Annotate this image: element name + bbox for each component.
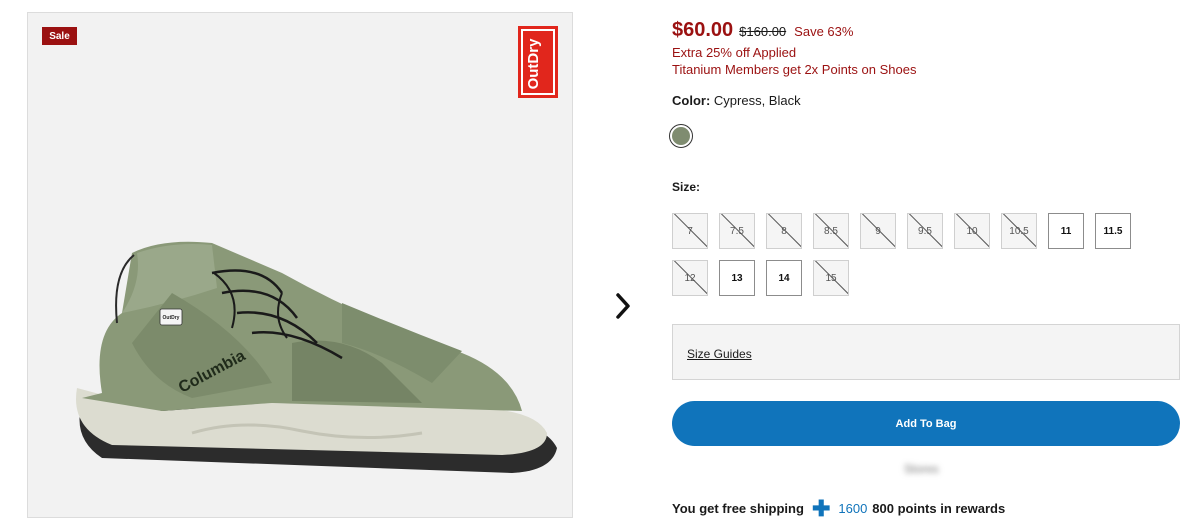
color-swatch-cypress[interactable] bbox=[669, 124, 693, 148]
sale-badge: Sale bbox=[42, 27, 77, 45]
size-option-9[interactable]: 9 bbox=[860, 213, 896, 249]
points-rewards-text: 800 points in rewards bbox=[872, 501, 1006, 516]
size-option-11-5[interactable]: 11.5 bbox=[1095, 213, 1131, 249]
size-option-7[interactable]: 7 bbox=[672, 213, 708, 249]
blurred-store-link[interactable]: Stores bbox=[904, 462, 944, 476]
size-option-12[interactable]: 12 bbox=[672, 260, 708, 296]
size-label: Size: bbox=[672, 180, 701, 194]
size-option-11[interactable]: 11 bbox=[1048, 213, 1084, 249]
size-option-10[interactable]: 10 bbox=[954, 213, 990, 249]
swatch-fill bbox=[672, 127, 690, 145]
plus-icon: ✚ bbox=[811, 496, 831, 518]
size-option-15[interactable]: 15 bbox=[813, 260, 849, 296]
size-option-14[interactable]: 14 bbox=[766, 260, 802, 296]
size-option-8-5[interactable]: 8.5 bbox=[813, 213, 849, 249]
shoe-tag-text: OutDry bbox=[163, 315, 180, 321]
size-option-9-5[interactable]: 9.5 bbox=[907, 213, 943, 249]
add-to-bag-button[interactable]: Add To Bag bbox=[672, 401, 1180, 446]
outdry-badge-icon: OutDry bbox=[518, 26, 558, 98]
points-original: 1600 bbox=[838, 501, 868, 516]
current-price: $60.00 bbox=[672, 19, 734, 41]
color-label: Color: bbox=[672, 93, 711, 108]
member-promo: Titanium Members get 2x Points on Shoes bbox=[672, 62, 917, 77]
chevron-right-icon bbox=[616, 293, 630, 319]
savings-text: Save 63% bbox=[794, 24, 854, 39]
size-option-10-5[interactable]: 10.5 bbox=[1001, 213, 1037, 249]
color-value: Cypress, Black bbox=[713, 93, 801, 108]
size-option-13[interactable]: 13 bbox=[719, 260, 755, 296]
original-price: $160.00 bbox=[739, 24, 787, 39]
size-option-7-5[interactable]: 7.5 bbox=[719, 213, 755, 249]
price-row: $60.00 $160.00 Save 63% bbox=[672, 19, 853, 42]
product-image-panel[interactable]: Sale OutDry OutDry Columbia bbox=[27, 12, 573, 518]
color-selection: Color: Cypress, Black bbox=[672, 93, 801, 108]
size-guides-link[interactable]: Size Guides bbox=[687, 347, 752, 361]
carousel-next-button[interactable] bbox=[608, 286, 638, 326]
size-option-8[interactable]: 8 bbox=[766, 213, 802, 249]
promo-applied: Extra 25% off Applied bbox=[672, 45, 797, 60]
free-shipping-text: You get free shipping bbox=[672, 501, 804, 516]
shoe-product-image: OutDry Columbia bbox=[76, 241, 557, 473]
size-guides-panel: Size Guides bbox=[672, 324, 1180, 380]
outdry-badge-text: OutDry bbox=[525, 38, 542, 89]
rewards-line: You get free shipping ✚ 1600 800 points … bbox=[672, 496, 1006, 518]
